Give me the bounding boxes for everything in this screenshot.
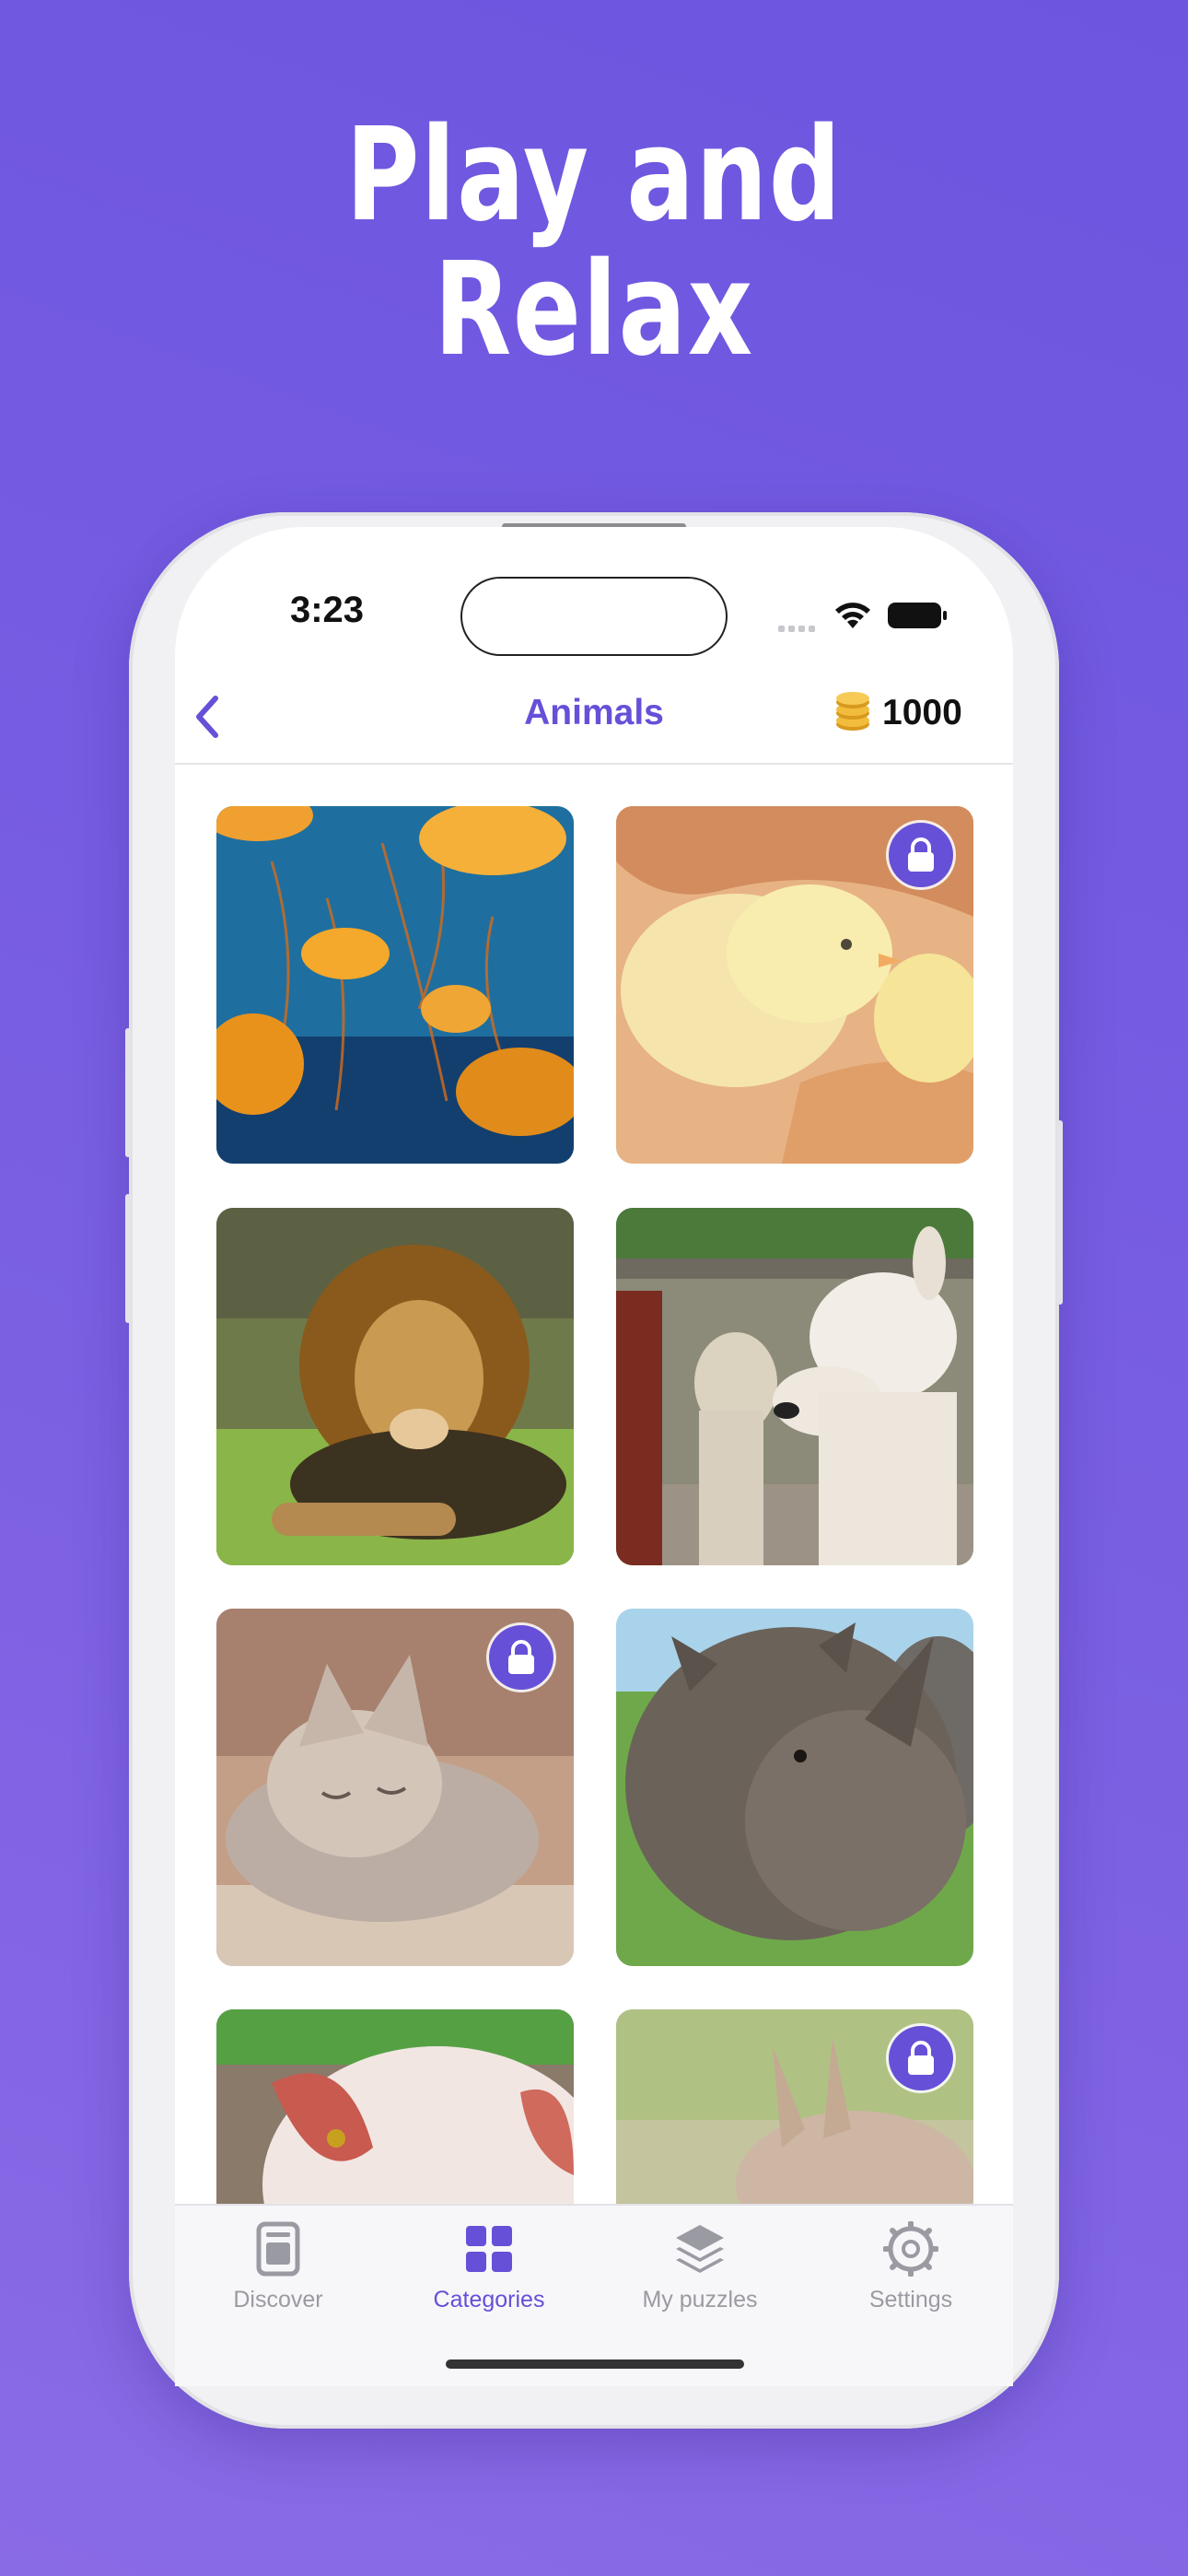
headline-line-2: Relax [434,235,754,385]
lock-icon [889,823,953,887]
puzzle-tile-kitten[interactable] [216,1609,574,1966]
puzzle-tile-chicks[interactable] [616,806,973,1164]
tab-categories-label: Categories [433,2287,545,2313]
jellyfish-image [216,806,574,1164]
promo-headline: Play and Relax [131,109,1057,378]
wifi-icon [833,599,872,635]
nav-divider [175,763,1013,765]
tab-my-puzzles-label: My puzzles [642,2287,758,2313]
battery-icon [888,603,947,628]
chevron-left-icon [196,696,218,738]
gear-icon [883,2221,938,2277]
cellular-signal-icon [778,620,819,637]
puzzle-tile-lion[interactable] [216,1208,574,1565]
lock-icon [889,2026,953,2090]
lock-icon [489,1625,553,1690]
coins-icon [831,689,875,738]
tab-discover[interactable]: Discover [186,2219,370,2313]
status-time: 3:23 [289,590,365,630]
tab-my-puzzles[interactable]: My puzzles [608,2219,792,2313]
tab-settings[interactable]: Settings [819,2219,1003,2313]
puzzle-tile-alpacas[interactable] [616,1208,973,1565]
lion-image [216,1208,574,1565]
puzzle-tile-jellyfish[interactable] [216,806,574,1164]
back-button[interactable] [190,691,227,743]
home-indicator[interactable] [446,2359,744,2369]
document-icon [256,2221,300,2277]
puzzle-tile-rhino[interactable] [616,1609,973,1966]
tab-settings-label: Settings [868,2287,953,2313]
tab-discover-label: Discover [233,2287,323,2313]
alpacas-image [616,1208,973,1565]
headline-line-1: Play and [345,100,843,251]
dynamic-island [460,577,728,656]
coin-balance: 1000 [882,693,962,732]
layers-icon [676,2225,724,2273]
rhino-image [616,1609,973,1966]
page-title: Animals [524,693,664,732]
grid-icon [466,2226,512,2272]
tab-categories[interactable]: Categories [397,2219,581,2313]
